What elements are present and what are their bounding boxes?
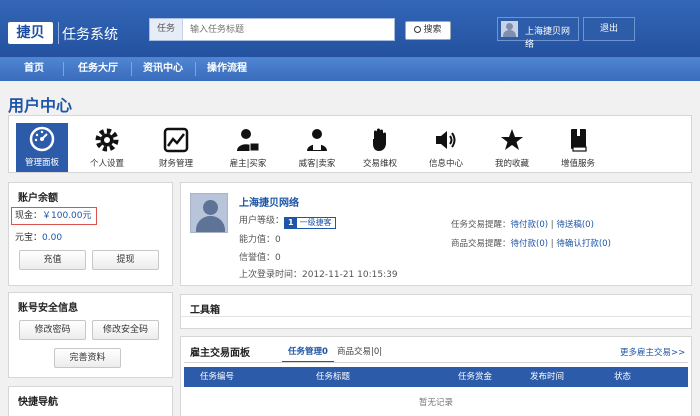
logo[interactable]: 捷贝 xyxy=(8,22,53,44)
user-name: 上海捷贝网络 xyxy=(525,27,571,50)
level-label: 用户等级： xyxy=(239,216,285,226)
column-header: 发布时间 xyxy=(530,372,565,382)
goods-pending-confirm-link[interactable]: 待确认打款(0) xyxy=(556,239,611,249)
tab-task-management[interactable]: 任务管理0 xyxy=(282,344,334,363)
search-input[interactable] xyxy=(190,20,388,39)
tab-label: 增值服务 xyxy=(560,159,595,169)
toolbox-title: 工具箱 xyxy=(190,305,220,316)
nav-item-home[interactable]: 首页 xyxy=(8,57,60,81)
nav-divider xyxy=(131,62,132,76)
nav-item-process[interactable]: 操作流程 xyxy=(197,57,257,81)
empty-state: 暂无记录 xyxy=(418,398,453,408)
gold-value: 0.00 xyxy=(42,233,63,243)
recharge-button[interactable]: 充值 xyxy=(19,250,86,270)
tab-label: 威客|卖家 xyxy=(298,159,336,169)
tab-label: 管理面板 xyxy=(24,158,59,168)
column-header: 状态 xyxy=(614,372,632,382)
column-header: 任务编号 xyxy=(200,372,235,382)
tab-favorites[interactable]: 我的收藏 xyxy=(486,124,538,172)
task-trade-reminder: 任务交易提醒：待付款(0) | 待送稿(0) xyxy=(451,220,594,230)
header: 捷贝 任务系统 任务 搜索 上海捷贝网络 退出 xyxy=(0,0,700,57)
chart-icon xyxy=(163,127,189,153)
user-level: 用户等级： 1 一级捷客 xyxy=(239,213,336,229)
tab-finance[interactable]: 财务管理 xyxy=(150,124,202,172)
more-employer-trades-link[interactable]: 更多雇主交易>> xyxy=(620,346,685,358)
main-nav: 首页 任务大厅 资讯中心 操作流程 xyxy=(0,57,700,81)
tab-label: 交易维权 xyxy=(362,159,397,169)
speaker-icon xyxy=(436,131,456,149)
tab-dashboard[interactable]: 管理面板 xyxy=(16,123,68,172)
last-login: 上次登录时间：2012-11-21 10:15:39 xyxy=(239,270,398,280)
star-icon xyxy=(501,129,523,150)
hand-icon xyxy=(373,128,386,151)
site-subtitle: 任务系统 xyxy=(62,27,118,43)
table-header: 任务编号 任务标题 任务赏金 发布时间 状态 xyxy=(184,367,688,387)
tab-personal-settings[interactable]: 个人设置 xyxy=(81,124,133,172)
tab-employer[interactable]: 雇主|买家 xyxy=(222,124,274,172)
task-pending-payment-link[interactable]: 待付款(0) xyxy=(511,220,549,230)
user-menu[interactable]: 上海捷贝网络 xyxy=(497,17,579,50)
ability-value: 能力值：0 xyxy=(239,235,281,245)
change-password-button[interactable]: 修改密码 xyxy=(19,320,86,340)
tab-label: 我的收藏 xyxy=(494,159,529,169)
tab-seller[interactable]: 威客|卖家 xyxy=(291,124,343,172)
balance-title: 账户余额 xyxy=(18,193,58,204)
divider xyxy=(184,362,688,363)
page-title: 用户中心 xyxy=(8,96,73,115)
quicknav-panel: 快捷导航 xyxy=(8,386,173,416)
gold-label: 元宝： xyxy=(15,233,43,243)
book-icon xyxy=(571,129,587,152)
cash-label: 现金： xyxy=(15,211,43,221)
toolbox-panel: 工具箱 xyxy=(180,294,692,329)
task-trade-label: 任务交易提醒： xyxy=(451,220,511,230)
nav-item-news[interactable]: 资讯中心 xyxy=(133,57,193,81)
tab-value-added[interactable]: 增值服务 xyxy=(552,124,604,172)
nav-divider xyxy=(63,62,64,76)
dashboard-icon xyxy=(29,126,55,152)
credit-value: 信誉值：0 xyxy=(239,253,281,263)
logo-divider xyxy=(58,22,59,44)
tab-label: 信息中心 xyxy=(428,159,463,169)
tab-trade-rights[interactable]: 交易维权 xyxy=(354,124,406,172)
seller-icon xyxy=(307,129,327,151)
tab-label: 雇主|买家 xyxy=(229,159,267,169)
search-box: 任务 xyxy=(149,18,395,41)
task-pending-submit-link[interactable]: 待送稿(0) xyxy=(556,220,594,230)
nav-item-task-hall[interactable]: 任务大厅 xyxy=(67,57,129,81)
tab-goods-trade[interactable]: 商品交易|0| xyxy=(337,344,382,360)
search-icon xyxy=(414,26,422,33)
complete-profile-button[interactable]: 完善资料 xyxy=(54,348,121,368)
gold-balance: 元宝：0.00 xyxy=(15,230,62,243)
gear-icon xyxy=(95,128,119,152)
quicknav-title: 快捷导航 xyxy=(18,397,58,408)
goods-pending-payment-link[interactable]: 待付款(0) xyxy=(511,239,549,249)
nav-divider xyxy=(195,62,196,76)
divider xyxy=(181,316,691,317)
tab-label: 个人设置 xyxy=(89,159,124,169)
function-iconbar: 管理面板 个人设置 财务管理 雇主|买家 威客|卖家 交易维权 信息中心 我的收… xyxy=(8,115,692,173)
column-header: 任务赏金 xyxy=(458,372,493,382)
level-badge: 1 一级捷客 xyxy=(284,217,336,229)
cash-balance: 现金：￥100.00元 xyxy=(11,207,97,225)
profile-name[interactable]: 上海捷贝网络 xyxy=(239,194,299,209)
logout-button[interactable]: 退出 xyxy=(583,17,635,41)
column-header: 任务标题 xyxy=(316,372,351,382)
tab-label: 财务管理 xyxy=(158,159,193,169)
goods-trade-reminder: 商品交易提醒：待付款(0) | 待确认打款(0) xyxy=(451,239,611,249)
goods-trade-label: 商品交易提醒： xyxy=(451,239,511,249)
avatar xyxy=(501,21,518,37)
employer-icon xyxy=(237,129,260,152)
search-button-label: 搜索 xyxy=(423,25,442,35)
security-title: 账号安全信息 xyxy=(18,303,78,314)
employer-title: 雇主交易面板 xyxy=(190,348,250,359)
search-category[interactable]: 任务 xyxy=(150,19,183,40)
change-security-code-button[interactable]: 修改安全码 xyxy=(92,320,159,340)
cash-value: ￥100.00元 xyxy=(42,211,92,221)
withdraw-button[interactable]: 提现 xyxy=(92,250,159,270)
tab-message-center[interactable]: 信息中心 xyxy=(420,124,472,172)
search-button[interactable]: 搜索 xyxy=(405,21,451,40)
avatar xyxy=(190,193,228,233)
